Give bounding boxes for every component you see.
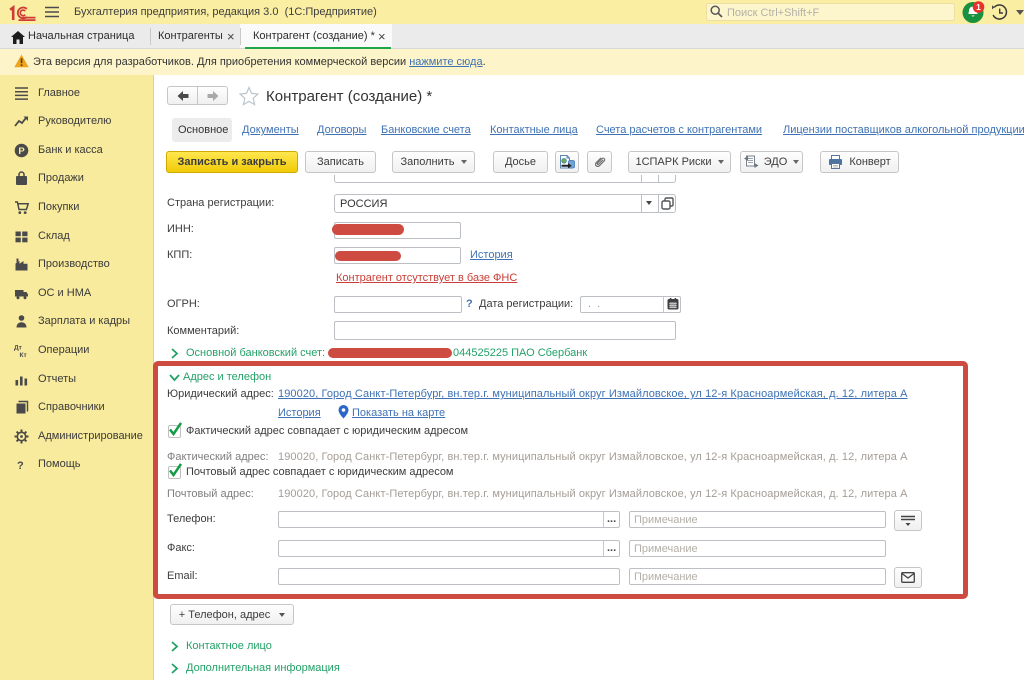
svg-text:1: 1 [976,2,981,12]
svg-text:Дт: Дт [14,345,22,352]
svg-text:Кт: Кт [20,352,27,358]
svg-text:?: ? [17,460,24,472]
svg-text:Р: Р [18,146,25,157]
